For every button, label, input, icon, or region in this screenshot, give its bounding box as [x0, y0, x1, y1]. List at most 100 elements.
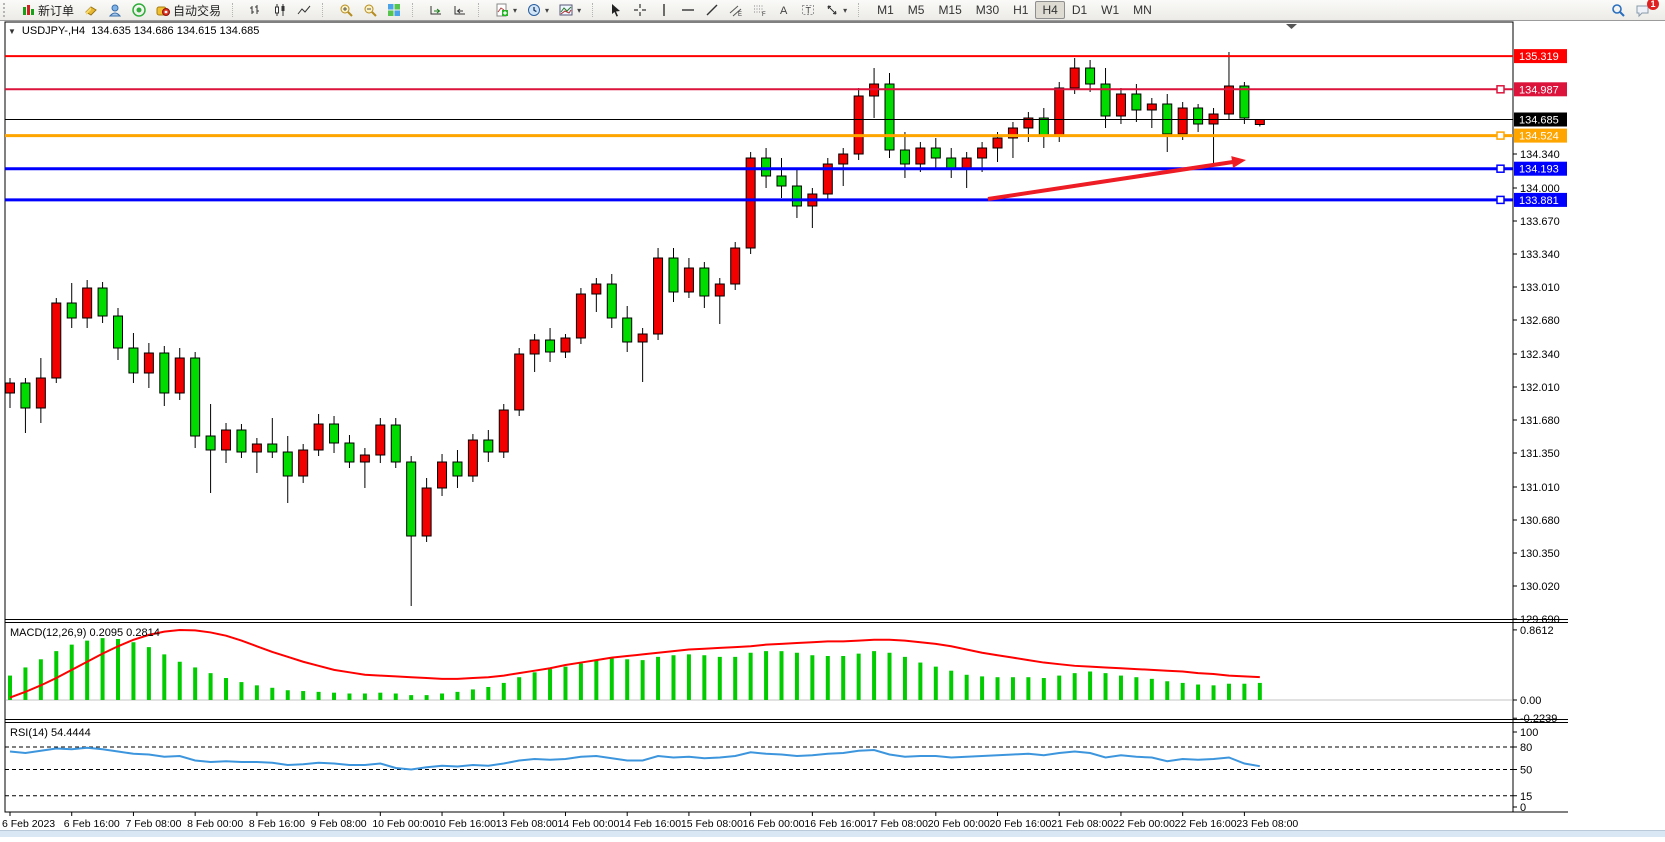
timeframe-group: M1M5M15M30H1H4D1W1MN	[867, 0, 1162, 20]
indicators-button[interactable]: ▾	[490, 1, 522, 19]
fibonacci-icon: F	[753, 3, 767, 17]
timeframe-button-w1[interactable]: W1	[1094, 1, 1126, 19]
bar-chart-button[interactable]	[244, 1, 268, 19]
periods-button[interactable]: ▾	[522, 1, 554, 19]
timeframe-button-m1[interactable]: M1	[870, 1, 901, 19]
svg-text:16 Feb 16:00: 16 Feb 16:00	[804, 818, 866, 830]
auto-trading-button[interactable]: 自动交易	[151, 0, 226, 21]
chevron-down-icon: ▾	[513, 6, 517, 15]
zoom-in-icon	[339, 3, 353, 17]
templates-button[interactable]: ▾	[554, 1, 586, 19]
timeframe-button-m5[interactable]: M5	[901, 1, 932, 19]
vertical-line-tool-button[interactable]	[652, 1, 676, 19]
crosshair-tool-button[interactable]	[628, 1, 652, 19]
svg-text:130.680: 130.680	[1520, 515, 1560, 527]
svg-text:6 Feb 2023: 6 Feb 2023	[2, 818, 55, 830]
zoom-in-button[interactable]	[334, 1, 358, 19]
zoom-out-icon	[363, 3, 377, 17]
candle-chart-icon	[273, 3, 287, 17]
chart-area[interactable]: 134.340134.000133.670133.340133.010132.6…	[0, 0, 1665, 837]
svg-text:134.340: 134.340	[1520, 149, 1560, 161]
svg-text:E: E	[738, 12, 742, 17]
svg-text:0.00: 0.00	[1520, 695, 1541, 707]
svg-text:131.350: 131.350	[1520, 448, 1560, 460]
tile-windows-icon	[387, 3, 401, 17]
zoom-out-button[interactable]	[358, 1, 382, 19]
chart-shift-button[interactable]	[448, 1, 472, 19]
templates-icon	[559, 3, 573, 17]
svg-text:135.319: 135.319	[1519, 51, 1559, 63]
svg-text:22 Feb 00:00: 22 Feb 00:00	[1113, 818, 1175, 830]
arrows-tool-button[interactable]: ▾	[820, 1, 852, 19]
svg-text:20 Feb 16:00: 20 Feb 16:00	[990, 818, 1052, 830]
price-chart-svg: 134.340134.000133.670133.340133.010132.6…	[0, 0, 1665, 837]
channel-icon: E	[729, 3, 743, 17]
vline-icon	[657, 3, 671, 17]
svg-text:10 Feb 00:00: 10 Feb 00:00	[372, 818, 434, 830]
candle-chart-button[interactable]	[268, 1, 292, 19]
macd-label: MACD(12,26,9) 0.2095 0.2814	[10, 627, 160, 639]
hline-handle[interactable]	[1497, 165, 1504, 172]
hline-handle[interactable]	[1497, 196, 1504, 203]
new-order-button[interactable]: 新订单	[16, 0, 79, 21]
svg-text:130.020: 130.020	[1520, 581, 1560, 593]
chevron-down-icon: ▾	[577, 6, 581, 15]
svg-text:F: F	[762, 12, 766, 17]
chart-title[interactable]: ▼ USDJPY-,H4 134.635 134.686 134.615 134…	[8, 25, 259, 37]
trendline-icon	[705, 3, 719, 17]
svg-text:132.680: 132.680	[1520, 315, 1560, 327]
main-toolbar: 新订单 自动交易 ▾ ▾ ▾	[0, 0, 1665, 21]
timeframe-button-d1[interactable]: D1	[1065, 1, 1094, 19]
bar-chart-icon	[249, 3, 263, 17]
hline-icon	[681, 3, 695, 17]
timeframe-button-h4[interactable]: H4	[1035, 1, 1064, 19]
timeframe-button-m30[interactable]: M30	[969, 1, 1006, 19]
svg-text:-0.2239: -0.2239	[1520, 713, 1557, 725]
svg-text:13 Feb 08:00: 13 Feb 08:00	[496, 818, 558, 830]
timeframe-button-mn[interactable]: MN	[1126, 1, 1159, 19]
chart-dropdown-icon[interactable]: ▼	[8, 27, 16, 36]
svg-text:8 Feb 00:00: 8 Feb 00:00	[187, 818, 243, 830]
metaeditor-button[interactable]	[79, 1, 103, 19]
cursor-icon	[609, 3, 623, 17]
line-chart-icon	[297, 3, 311, 17]
signals-button[interactable]	[103, 1, 127, 19]
svg-text:133.340: 133.340	[1520, 249, 1560, 261]
svg-text:0: 0	[1520, 802, 1526, 814]
new-order-icon	[21, 3, 35, 17]
time-axis: 6 Feb 20236 Feb 16:007 Feb 08:008 Feb 00…	[2, 812, 1298, 830]
fibonacci-tool-button[interactable]: F	[748, 1, 772, 19]
search-button[interactable]	[1606, 1, 1630, 19]
trendline-tool-button[interactable]	[700, 1, 724, 19]
timeframe-button-m15[interactable]: M15	[931, 1, 968, 19]
periods-icon	[527, 3, 541, 17]
rsi-label: RSI(14) 54.4444	[10, 727, 91, 739]
window-bottom-edge	[0, 830, 1665, 837]
label-tool-button[interactable]: T	[796, 1, 820, 19]
channel-tool-button[interactable]: E	[724, 1, 748, 19]
svg-text:20 Feb 00:00: 20 Feb 00:00	[928, 818, 990, 830]
notifications-button[interactable]: 1	[1630, 1, 1654, 19]
auto-scroll-button[interactable]	[424, 1, 448, 19]
hline-handle[interactable]	[1497, 86, 1504, 93]
svg-text:8 Feb 16:00: 8 Feb 16:00	[249, 818, 305, 830]
tile-windows-button[interactable]	[382, 1, 406, 19]
horizontal-line-tool-button[interactable]	[676, 1, 700, 19]
svg-text:21 Feb 08:00: 21 Feb 08:00	[1051, 818, 1113, 830]
cursor-tool-button[interactable]	[604, 1, 628, 19]
line-chart-button[interactable]	[292, 1, 316, 19]
hline-handle[interactable]	[1497, 132, 1504, 139]
market-button[interactable]	[127, 1, 151, 19]
svg-text:23 Feb 08:00: 23 Feb 08:00	[1236, 818, 1298, 830]
text-icon: A	[777, 3, 791, 17]
svg-text:132.010: 132.010	[1520, 382, 1560, 394]
svg-text:134.193: 134.193	[1519, 164, 1559, 176]
svg-text:130.350: 130.350	[1520, 548, 1560, 560]
gold-book-icon	[84, 3, 98, 17]
text-tool-button[interactable]: A	[772, 1, 796, 19]
svg-text:10 Feb 16:00: 10 Feb 16:00	[434, 818, 496, 830]
svg-text:15: 15	[1520, 791, 1532, 803]
search-icon	[1611, 3, 1625, 17]
svg-text:132.340: 132.340	[1520, 349, 1560, 361]
timeframe-button-h1[interactable]: H1	[1006, 1, 1035, 19]
